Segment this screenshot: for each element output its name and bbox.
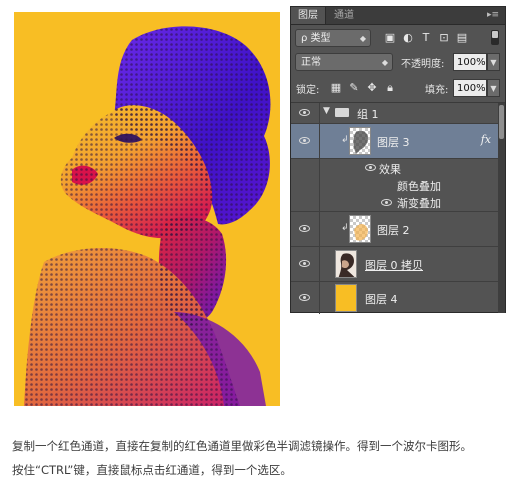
blend-row: 正常 ◆ 不透明度: 100% ▼ bbox=[291, 51, 505, 73]
effect-gradient-overlay-label: 渐变叠加 bbox=[397, 197, 441, 210]
panel-menu-icon[interactable]: ▸≡ bbox=[487, 10, 499, 20]
blend-mode-dropdown[interactable]: 正常 ◆ bbox=[295, 53, 393, 71]
effect-color-overlay-row[interactable]: 颜色叠加 bbox=[291, 176, 505, 193]
adjustment-filter-icon[interactable]: ◐ bbox=[401, 31, 415, 45]
opacity-label: 不透明度: bbox=[401, 59, 445, 70]
clipping-arrow-icon: ↲ bbox=[341, 223, 349, 233]
image-filter-icon[interactable]: ▣ bbox=[383, 31, 397, 45]
type-filter-icon[interactable]: T bbox=[419, 31, 433, 45]
shape-filter-icon[interactable]: ⊡ bbox=[437, 31, 451, 45]
layer-0-copy-thumbnail bbox=[335, 250, 357, 278]
layer-2-thumbnail bbox=[349, 215, 371, 243]
layer-row-group-1[interactable]: ▼ 组 1 bbox=[291, 103, 505, 124]
visibility-cell bbox=[291, 212, 320, 246]
layer-name-layer-4: 图层 4 bbox=[365, 293, 398, 306]
layer-list-scrollbar[interactable] bbox=[498, 103, 505, 313]
smart-object-filter-icon[interactable]: ▤ bbox=[455, 31, 469, 45]
filter-toggle-switch[interactable] bbox=[491, 30, 499, 45]
tab-layers[interactable]: 图层 bbox=[291, 7, 326, 24]
layer-3-thumbnail bbox=[349, 127, 371, 155]
layer-list: ▼ 组 1 ↲ 图层 3 fx 效果 颜色叠加 渐变叠加 ↲ 图层 2 图层 0… bbox=[291, 102, 505, 314]
lock-paint-brush-icon[interactable]: ✎ bbox=[347, 81, 361, 95]
layer-name-layer-0-copy: 图层 0 拷贝 bbox=[365, 259, 423, 272]
fill-dropdown-arrow-icon[interactable]: ▼ bbox=[487, 79, 500, 97]
effects-label: 效果 bbox=[379, 163, 401, 176]
chevron-down-icon: ◆ bbox=[381, 58, 388, 67]
eye-icon[interactable] bbox=[299, 137, 310, 144]
caption-line-1: 复制一个红色通道，直接在复制的红色通道里做彩色半调滤镜操作。得到一个波尔卡图形。 bbox=[12, 439, 472, 453]
visibility-cell bbox=[291, 159, 320, 176]
tab-channels[interactable]: 通道 bbox=[327, 7, 361, 24]
effect-color-overlay-label: 颜色叠加 bbox=[397, 180, 441, 193]
visibility-cell bbox=[291, 103, 320, 123]
caption-line-2: 按住“CTRL”键，直接鼠标点击红通道，得到一个选区。 bbox=[12, 463, 292, 477]
eye-icon[interactable] bbox=[381, 199, 392, 206]
layer-4-thumbnail bbox=[335, 284, 357, 312]
panel-tab-bar: 图层 通道 ▸≡ bbox=[291, 7, 505, 25]
clipping-arrow-icon: ↲ bbox=[341, 135, 349, 145]
layer-row-layer-3[interactable]: ↲ 图层 3 fx bbox=[291, 124, 505, 159]
layer-name-layer-2: 图层 2 bbox=[377, 224, 410, 237]
chevron-down-icon: ◆ bbox=[359, 34, 366, 43]
visibility-cell bbox=[291, 247, 320, 281]
halftone-portrait-image bbox=[14, 12, 280, 406]
layer-filter-dropdown[interactable]: ρ 类型 ◆ bbox=[295, 29, 371, 47]
eye-icon[interactable] bbox=[299, 260, 310, 267]
fill-field[interactable]: 100% bbox=[453, 79, 487, 97]
layer-name-layer-3: 图层 3 bbox=[377, 136, 410, 149]
layer-effects-row[interactable]: 效果 bbox=[291, 159, 505, 176]
filter-type-label: 类型 bbox=[310, 33, 331, 44]
opacity-dropdown-arrow-icon[interactable]: ▼ bbox=[487, 53, 500, 71]
lock-label: 锁定: bbox=[296, 85, 320, 96]
visibility-cell bbox=[291, 282, 320, 314]
eye-icon[interactable] bbox=[365, 164, 376, 171]
search-icon: ρ bbox=[301, 33, 311, 44]
lock-transparency-icon[interactable]: ▦ bbox=[329, 81, 343, 95]
layers-panel: 图层 通道 ▸≡ ρ 类型 ◆ ▣ ◐ T ⊡ ▤ 正常 ◆ 不透明度: 100… bbox=[290, 6, 506, 314]
visibility-cell bbox=[291, 124, 320, 158]
layer-filter-row: ρ 类型 ◆ ▣ ◐ T ⊡ ▤ bbox=[291, 27, 505, 49]
visibility-cell bbox=[291, 193, 320, 211]
eye-icon[interactable] bbox=[299, 109, 310, 116]
folder-icon bbox=[335, 108, 349, 117]
expand-triangle-icon[interactable]: ▼ bbox=[323, 106, 330, 116]
lock-row: 锁定: ▦ ✎ ✥ 🔒︎ 填充: 100% ▼ bbox=[291, 77, 505, 99]
blend-mode-value: 正常 bbox=[301, 57, 321, 68]
lock-all-icon[interactable]: 🔒︎ bbox=[383, 81, 397, 95]
eye-icon[interactable] bbox=[299, 294, 310, 301]
layer-row-layer-0-copy[interactable]: 图层 0 拷贝 bbox=[291, 247, 505, 282]
layer-name-group-1: 组 1 bbox=[357, 108, 379, 121]
eye-icon[interactable] bbox=[299, 225, 310, 232]
layer-row-layer-4[interactable]: 图层 4 bbox=[291, 282, 505, 314]
scrollbar-thumb[interactable] bbox=[499, 105, 504, 139]
lock-position-icon[interactable]: ✥ bbox=[365, 81, 379, 95]
layer-row-layer-2[interactable]: ↲ 图层 2 bbox=[291, 212, 505, 247]
opacity-field[interactable]: 100% bbox=[453, 53, 487, 71]
fx-icon[interactable]: fx bbox=[481, 133, 491, 146]
visibility-cell bbox=[291, 176, 320, 193]
fill-label: 填充: bbox=[425, 85, 449, 96]
effect-gradient-overlay-row[interactable]: 渐变叠加 bbox=[291, 193, 505, 212]
